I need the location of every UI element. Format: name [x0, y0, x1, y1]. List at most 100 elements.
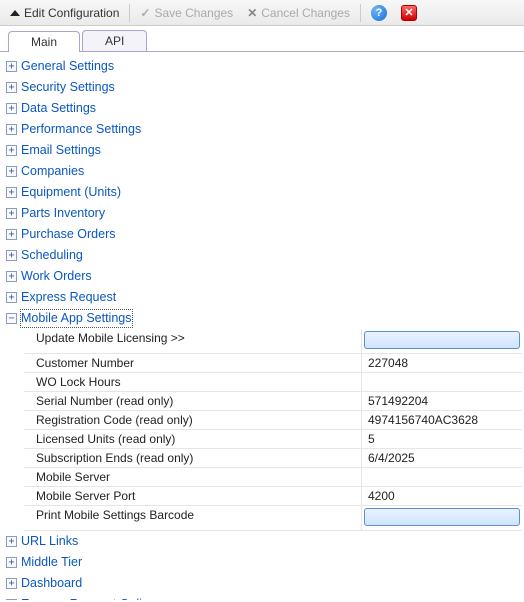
- expand-icon[interactable]: +: [6, 166, 17, 177]
- tab-api[interactable]: API: [82, 30, 147, 51]
- cancel-changes-button: ✕ Cancel Changes: [241, 4, 356, 22]
- row-customer-number: Customer Number 227048: [24, 354, 522, 373]
- expand-icon[interactable]: +: [6, 250, 17, 261]
- expand-icon[interactable]: +: [6, 271, 17, 282]
- tree-label: Work Orders: [21, 268, 92, 285]
- row-serial-number: Serial Number (read only) 571492204: [24, 392, 522, 411]
- tree-label: Performance Settings: [21, 121, 141, 138]
- help-button[interactable]: ?: [365, 3, 393, 23]
- tree-dashboard[interactable]: + Dashboard: [2, 573, 522, 594]
- edit-config-button[interactable]: Edit Configuration: [4, 4, 125, 22]
- tree-general-settings[interactable]: + General Settings: [2, 56, 522, 77]
- cancel-changes-label: Cancel Changes: [261, 6, 350, 20]
- label-licensed-units: Licensed Units (read only): [24, 430, 362, 448]
- label-update-licensing: Update Mobile Licensing >>: [24, 329, 362, 353]
- value-reg-code: 4974156740AC3628: [362, 411, 522, 429]
- row-licensed-units: Licensed Units (read only) 5: [24, 430, 522, 449]
- expand-icon[interactable]: +: [6, 124, 17, 135]
- row-update-licensing: Update Mobile Licensing >>: [24, 329, 522, 354]
- row-mobile-port: Mobile Server Port 4200: [24, 487, 522, 506]
- separator: [360, 4, 361, 22]
- tree-label: Express Request: [21, 289, 116, 306]
- save-changes-label: Save Changes: [154, 6, 233, 20]
- x-icon: ✕: [247, 6, 257, 20]
- close-button[interactable]: ✕: [395, 3, 423, 23]
- tree-companies[interactable]: + Companies: [2, 161, 522, 182]
- tree-parts-inventory[interactable]: + Parts Inventory: [2, 203, 522, 224]
- toolbar: Edit Configuration ✓ Save Changes ✕ Canc…: [0, 0, 524, 26]
- tree-label: Mobile App Settings: [21, 310, 132, 327]
- tree-label: Parts Inventory: [21, 205, 105, 222]
- tree-label: Email Settings: [21, 142, 101, 159]
- tree-express-request[interactable]: + Express Request: [2, 287, 522, 308]
- tree-purchase-orders[interactable]: + Purchase Orders: [2, 224, 522, 245]
- save-changes-button: ✓ Save Changes: [134, 4, 239, 22]
- label-mobile-server: Mobile Server: [24, 468, 362, 486]
- expand-icon[interactable]: +: [6, 557, 17, 568]
- tree-middle-tier[interactable]: + Middle Tier: [2, 552, 522, 573]
- label-wo-lock-hours: WO Lock Hours: [24, 373, 362, 391]
- row-print-barcode: Print Mobile Settings Barcode: [24, 506, 522, 531]
- expand-icon[interactable]: +: [6, 187, 17, 198]
- label-print-barcode: Print Mobile Settings Barcode: [24, 506, 362, 530]
- tree-label: Purchase Orders: [21, 226, 115, 243]
- expand-icon[interactable]: +: [6, 103, 17, 114]
- expand-icon[interactable]: +: [6, 292, 17, 303]
- tree-label: Security Settings: [21, 79, 115, 96]
- tree-label: Dashboard: [21, 575, 82, 592]
- tree-performance-settings[interactable]: + Performance Settings: [2, 119, 522, 140]
- tree-security-settings[interactable]: + Security Settings: [2, 77, 522, 98]
- close-icon: ✕: [401, 5, 417, 21]
- help-icon: ?: [371, 5, 387, 21]
- tree-url-links[interactable]: + URL Links: [2, 531, 522, 552]
- tree-equipment[interactable]: + Equipment (Units): [2, 182, 522, 203]
- value-serial-number: 571492204: [362, 392, 522, 410]
- print-barcode-button[interactable]: [364, 508, 520, 526]
- tree-work-orders[interactable]: + Work Orders: [2, 266, 522, 287]
- tree-label: URL Links: [21, 533, 78, 550]
- tab-main[interactable]: Main: [8, 31, 80, 52]
- tree-data-settings[interactable]: + Data Settings: [2, 98, 522, 119]
- tree-scheduling[interactable]: + Scheduling: [2, 245, 522, 266]
- tree-label: Scheduling: [21, 247, 83, 264]
- edit-config-label: Edit Configuration: [24, 6, 119, 20]
- expand-icon[interactable]: +: [6, 599, 17, 600]
- row-reg-code: Registration Code (read only) 4974156740…: [24, 411, 522, 430]
- tree-label: Middle Tier: [21, 554, 82, 571]
- check-icon: ✓: [140, 6, 150, 20]
- label-serial-number: Serial Number (read only): [24, 392, 362, 410]
- tree-content: + General Settings + Security Settings +…: [0, 52, 524, 600]
- expand-icon[interactable]: +: [6, 536, 17, 547]
- value-mobile-server[interactable]: [362, 468, 522, 486]
- expand-icon[interactable]: +: [6, 145, 17, 156]
- tab-strip: Main API: [0, 26, 524, 52]
- expand-icon[interactable]: +: [6, 208, 17, 219]
- label-customer-number: Customer Number: [24, 354, 362, 372]
- expand-icon[interactable]: +: [6, 229, 17, 240]
- tree-label: Equipment (Units): [21, 184, 121, 201]
- label-reg-code: Registration Code (read only): [24, 411, 362, 429]
- tree-label: Data Settings: [21, 100, 96, 117]
- value-subscription-ends: 6/4/2025: [362, 449, 522, 467]
- expand-icon[interactable]: +: [6, 578, 17, 589]
- expand-icon[interactable]: +: [6, 82, 17, 93]
- row-mobile-server: Mobile Server: [24, 468, 522, 487]
- update-licensing-button[interactable]: [364, 331, 520, 349]
- value-mobile-port[interactable]: 4200: [362, 487, 522, 505]
- label-mobile-port: Mobile Server Port: [24, 487, 362, 505]
- tree-email-settings[interactable]: + Email Settings: [2, 140, 522, 161]
- tree-mobile-app-settings[interactable]: − Mobile App Settings: [2, 308, 522, 329]
- expand-icon[interactable]: +: [6, 61, 17, 72]
- tree-label: General Settings: [21, 58, 114, 75]
- tree-express-request-online[interactable]: + Express Request Online: [2, 594, 522, 600]
- value-licensed-units: 5: [362, 430, 522, 448]
- collapse-icon[interactable]: −: [6, 313, 17, 324]
- separator: [129, 4, 130, 22]
- chevron-up-icon: [10, 10, 20, 16]
- row-wo-lock-hours: WO Lock Hours: [24, 373, 522, 392]
- row-subscription-ends: Subscription Ends (read only) 6/4/2025: [24, 449, 522, 468]
- value-wo-lock-hours[interactable]: [362, 373, 522, 391]
- tree-label: Companies: [21, 163, 84, 180]
- label-subscription-ends: Subscription Ends (read only): [24, 449, 362, 467]
- value-customer-number[interactable]: 227048: [362, 354, 522, 372]
